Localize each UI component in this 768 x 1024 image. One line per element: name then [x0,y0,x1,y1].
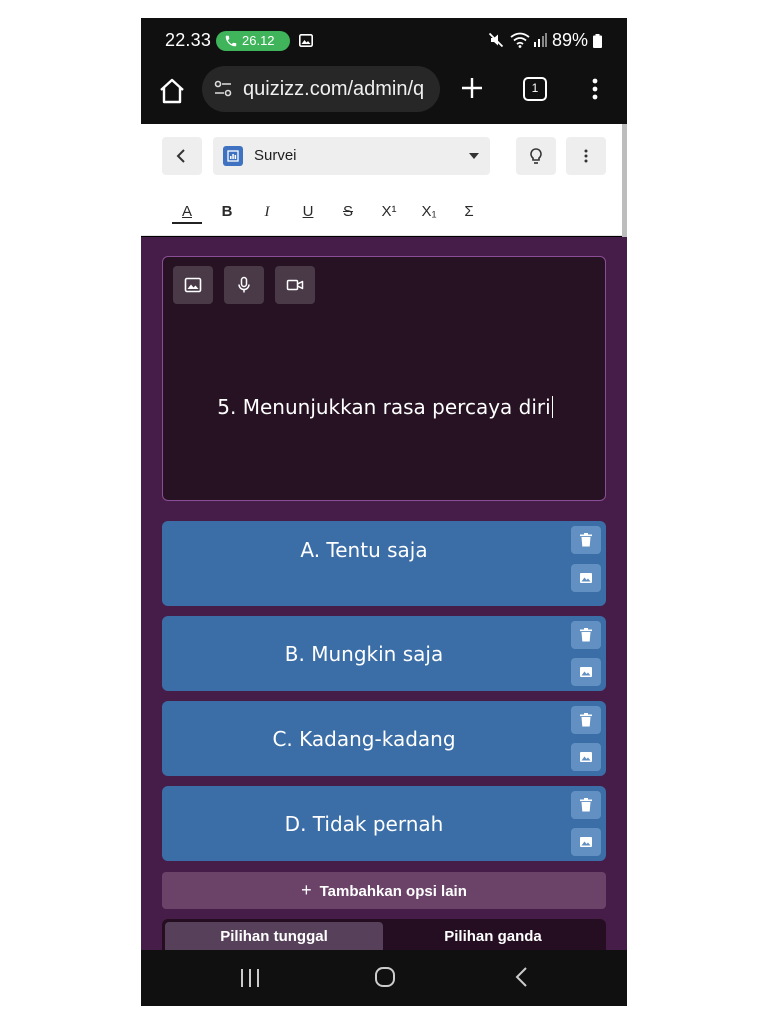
option-card-a[interactable]: A. Tentu saja [162,521,606,606]
option-card-c[interactable]: C. Kadang-kadang [162,701,606,776]
editor-header: Survei [141,124,627,186]
back-nav-icon[interactable] [513,965,529,989]
gallery-notification-icon [299,34,313,47]
phone-screen: 22.33 26.12 89% quizizz.com/admin/q 1 Su… [141,18,627,1006]
question-input-box[interactable]: 5. Menunjukkan rasa percaya diri [162,256,606,501]
phone-icon [225,35,237,47]
hint-button[interactable] [516,137,556,175]
question-type-dropdown[interactable]: Survei [213,137,490,175]
video-icon [286,279,304,291]
question-editor: 5. Menunjukkan rasa percaya diri A. Tent… [141,237,627,950]
option-image-button[interactable] [571,564,601,592]
question-text[interactable]: 5. Menunjukkan rasa percaya diri [163,395,607,419]
option-text[interactable]: B. Mungkin saja [162,642,566,666]
superscript-button[interactable]: X¹ [374,200,404,224]
caret-down-icon [469,153,479,159]
trash-icon [580,713,592,727]
site-settings-icon[interactable] [214,80,232,98]
image-icon [580,837,592,847]
delete-option-button[interactable] [571,526,601,554]
chevron-left-icon [176,149,185,163]
microphone-icon [238,276,250,293]
scrollbar[interactable] [622,124,627,242]
option-card-b[interactable]: B. Mungkin saja [162,616,606,691]
system-navigation-bar [141,950,627,1006]
text-color-button[interactable]: A [172,200,202,224]
ongoing-call-pill[interactable]: 26.12 [216,31,290,51]
mute-icon [488,32,504,48]
question-text-content: 5. Menunjukkan rasa percaya diri [217,395,551,419]
add-image-button[interactable] [173,266,213,304]
underline-button[interactable]: U [293,200,323,224]
question-type-label: Survei [254,147,297,164]
home-icon[interactable] [157,76,187,106]
battery-level: 89% [552,30,589,50]
recent-apps-icon[interactable] [238,967,262,989]
image-icon [184,277,202,293]
survey-icon [223,146,243,166]
status-time: 22.33 [165,30,212,50]
add-option-button[interactable]: + Tambahkan opsi lain [162,872,606,909]
equation-button[interactable]: Σ [454,200,484,224]
delete-option-button[interactable] [571,706,601,734]
status-bar: 22.33 26.12 89% [141,18,627,64]
multiple-choice-tab[interactable]: Pilihan ganda [384,922,602,950]
battery-icon [593,34,602,48]
tab-switcher-button[interactable]: 1 [523,77,547,101]
more-options-button[interactable] [566,137,606,175]
answer-mode-toggle: Pilihan tunggal Pilihan ganda [162,919,606,950]
plus-icon: + [301,880,312,900]
home-nav-icon[interactable] [374,966,396,988]
strikethrough-button[interactable]: S [333,200,363,224]
option-image-button[interactable] [571,743,601,771]
image-icon [580,667,592,677]
text-formatting-toolbar: A B I U S X¹ X₁ Σ [141,186,627,236]
option-text[interactable]: C. Kadang-kadang [162,727,566,751]
trash-icon [580,533,592,547]
subscript-button[interactable]: X₁ [414,200,444,224]
single-choice-tab[interactable]: Pilihan tunggal [165,922,383,950]
delete-option-button[interactable] [571,621,601,649]
option-text[interactable]: A. Tentu saja [162,538,566,562]
browser-toolbar: quizizz.com/admin/q 1 [141,64,627,124]
wifi-icon [510,32,530,48]
trash-icon [580,798,592,812]
image-icon [580,752,592,762]
option-card-d[interactable]: D. Tidak pernah [162,786,606,861]
lightbulb-icon [530,148,542,164]
trash-icon [580,628,592,642]
image-icon [580,573,592,583]
url-text: quizizz.com/admin/q [243,78,425,100]
back-button[interactable] [162,137,202,175]
option-text[interactable]: D. Tidak pernah [162,812,566,836]
call-duration: 26.12 [242,33,275,48]
address-bar[interactable]: quizizz.com/admin/q [202,66,440,112]
add-video-button[interactable] [275,266,315,304]
browser-menu-icon[interactable] [587,76,603,102]
add-audio-button[interactable] [224,266,264,304]
signal-icon [534,33,547,47]
text-cursor [551,396,553,418]
option-image-button[interactable] [571,658,601,686]
option-image-button[interactable] [571,828,601,856]
bold-button[interactable]: B [212,200,242,224]
italic-button[interactable]: I [252,200,282,224]
delete-option-button[interactable] [571,791,601,819]
add-option-label: Tambahkan opsi lain [319,883,467,900]
new-tab-icon[interactable] [459,75,485,101]
more-vertical-icon [584,149,588,163]
